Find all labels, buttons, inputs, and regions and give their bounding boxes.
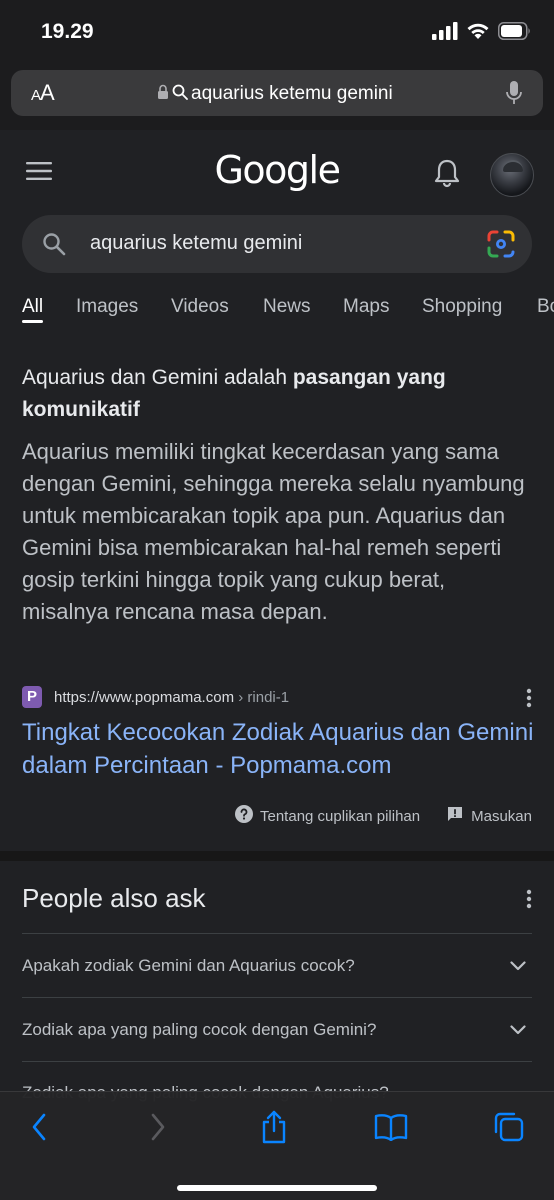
about-featured-snippets-link[interactable]: Tentang cuplikan pilihan: [235, 805, 420, 827]
section-divider: [0, 851, 554, 861]
status-icons: [432, 21, 532, 45]
help-icon: [235, 805, 253, 827]
featured-snippet: Aquarius dan Gemini adalah pasangan yang…: [0, 326, 554, 851]
more-options-icon[interactable]: [526, 688, 532, 713]
snippet-heading: Aquarius dan Gemini adalah pasangan yang…: [22, 366, 446, 421]
home-indicator: [177, 1185, 377, 1191]
snippet-body: Aquarius memiliki tingkat kecerdasan yan…: [22, 439, 525, 624]
tab-news[interactable]: News: [263, 296, 311, 318]
share-button[interactable]: [252, 1108, 296, 1146]
account-avatar[interactable]: [490, 153, 534, 197]
chevron-down-icon: [510, 1022, 526, 1040]
tab-maps[interactable]: Maps: [343, 296, 389, 318]
browser-chrome: 19.29 AA aquarius ketemu gemini: [0, 0, 554, 130]
tabs-button[interactable]: [487, 1108, 531, 1146]
forward-button[interactable]: [136, 1108, 180, 1146]
paa-title: People also ask: [22, 883, 206, 913]
tab-shopping[interactable]: Shopping: [422, 296, 502, 318]
back-button[interactable]: [17, 1108, 61, 1146]
search-tabs: All Images Videos News Maps Shopping Bo: [0, 280, 554, 326]
paa-divider: [22, 1061, 532, 1062]
search-box[interactable]: aquarius ketemu gemini: [22, 215, 532, 273]
address-bar[interactable]: AA aquarius ketemu gemini: [11, 70, 543, 116]
chevron-down-icon: [510, 958, 526, 976]
status-time: 19.29: [41, 20, 94, 43]
url-text: aquarius ketemu gemini: [191, 83, 393, 104]
microphone-icon[interactable]: [505, 80, 523, 111]
tab-images[interactable]: Images: [76, 296, 138, 318]
tab-books[interactable]: Bo: [537, 296, 554, 318]
battery-icon: [498, 21, 532, 45]
source-row[interactable]: P https://www.popmama.com › rindi-1: [22, 686, 532, 712]
notification-bell-icon[interactable]: [433, 158, 461, 193]
source-url[interactable]: https://www.popmama.com › rindi-1: [54, 689, 289, 706]
google-logo[interactable]: Google: [0, 148, 554, 192]
search-icon[interactable]: [42, 232, 66, 261]
search-icon: [172, 84, 188, 105]
tab-videos[interactable]: Videos: [171, 296, 229, 318]
paa-question[interactable]: Apakah zodiak Gemini dan Aquarius cocok?: [22, 934, 532, 998]
result-title-link[interactable]: Tingkat Kecocokan Zodiak Aquarius dan Ge…: [22, 716, 537, 782]
search-input[interactable]: aquarius ketemu gemini: [90, 232, 302, 255]
url-field[interactable]: aquarius ketemu gemini: [157, 82, 393, 106]
google-header: Google: [0, 130, 554, 210]
people-also-ask: People also ask Apakah zodiak Gemini dan…: [0, 861, 554, 1102]
reader-settings-button[interactable]: AA: [31, 80, 55, 106]
lock-icon: [157, 84, 169, 105]
paa-more-options-icon[interactable]: [526, 889, 532, 914]
tab-all[interactable]: All: [22, 296, 43, 318]
wifi-icon: [466, 22, 490, 45]
google-lens-icon[interactable]: [486, 229, 516, 264]
feedback-link[interactable]: Masukan: [446, 805, 532, 827]
signal-icon: [432, 21, 458, 45]
snippet-footer: Tentang cuplikan pilihan Masukan: [235, 804, 532, 828]
bookmarks-button[interactable]: [369, 1108, 413, 1146]
status-bar: 19.29: [0, 0, 554, 66]
feedback-icon: [446, 805, 464, 827]
paa-question[interactable]: Zodiak apa yang paling cocok dengan Gemi…: [22, 998, 532, 1062]
active-tab-indicator: [22, 320, 43, 323]
popmama-favicon: P: [22, 686, 42, 708]
safari-toolbar: [0, 1091, 554, 1200]
